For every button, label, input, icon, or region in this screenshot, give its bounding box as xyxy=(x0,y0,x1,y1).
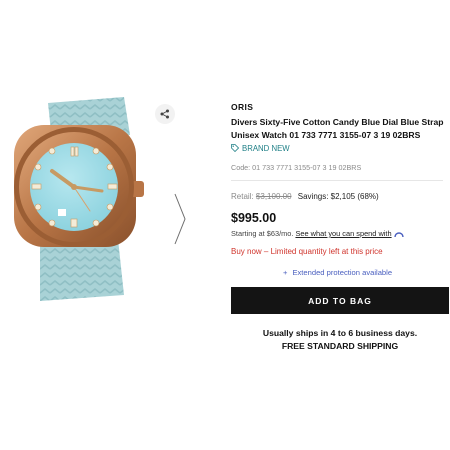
extended-protection-link[interactable]: + Extended protection available xyxy=(283,268,392,277)
financing-link[interactable]: See what you can spend with xyxy=(295,229,391,238)
protection-label: Extended protection available xyxy=(292,268,393,277)
plus-icon: + xyxy=(283,268,288,277)
product-info: ORIS Divers Sixty-Five Cotton Candy Blue… xyxy=(231,101,449,173)
product-code: Code: 01 733 7771 3155-07 3 19 02BRS xyxy=(231,163,362,172)
sale-price: $995.00 xyxy=(231,211,277,225)
divider xyxy=(231,180,443,181)
tag-icon xyxy=(231,144,239,152)
retail-price: $3,100.00 xyxy=(255,192,292,201)
retail-row: Retail: $3,100.00 Savings: $2,105 (68%) xyxy=(231,191,449,203)
share-icon xyxy=(160,109,169,119)
add-to-bag-button[interactable]: ADD TO BAG xyxy=(231,287,449,314)
affirm-logo-icon xyxy=(393,231,404,237)
savings-text: Savings: $2,105 (68%) xyxy=(297,192,379,201)
brand-name[interactable]: ORIS xyxy=(231,101,449,113)
condition-label: BRAND NEW xyxy=(242,143,290,153)
shipping-info: Usually ships in 4 to 6 business days. F… xyxy=(231,327,449,353)
financing-text: Starting at $63/mo. xyxy=(231,229,294,238)
financing-row: Starting at $63/mo. See what you can spe… xyxy=(231,228,449,239)
product-image xyxy=(14,97,144,301)
shipping-estimate: Usually ships in 4 to 6 business days. xyxy=(262,328,418,338)
product-title: Divers Sixty-Five Cotton Candy Blue Dial… xyxy=(231,117,444,140)
share-button[interactable] xyxy=(155,104,175,124)
urgency-message: Buy now – Limited quantity left at this … xyxy=(231,247,383,256)
pricing-block: Retail: $3,100.00 Savings: $2,105 (68%) … xyxy=(231,191,449,258)
product-image-gallery xyxy=(0,95,200,355)
chevron-right-icon[interactable] xyxy=(172,192,188,246)
condition-badge: BRAND NEW xyxy=(231,142,449,154)
free-shipping-label: FREE STANDARD SHIPPING xyxy=(281,341,399,351)
retail-label: Retail: xyxy=(231,192,254,201)
